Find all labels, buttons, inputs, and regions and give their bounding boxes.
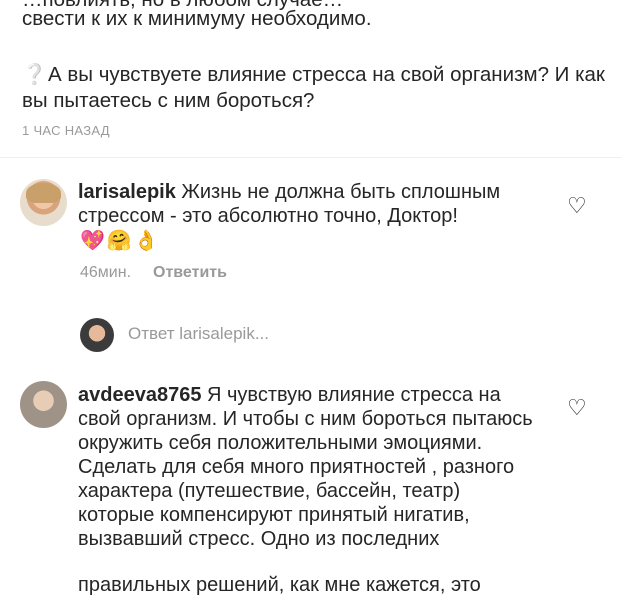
comment-larisalepik: larisalepik Жизнь не должна быть сплошны… xyxy=(78,180,558,228)
heart-icon[interactable]: ♡ xyxy=(567,195,589,217)
avatar-larisalepik[interactable] xyxy=(20,179,67,226)
question-text: А вы чувствуете влияние стресса на свой … xyxy=(22,63,605,112)
comment-time: 46мин. xyxy=(80,264,132,281)
current-user-avatar xyxy=(80,318,114,352)
comment-body: Я чувствую влияние стресса на свой орган… xyxy=(78,384,533,550)
avatar-avdeeva8765[interactable] xyxy=(20,381,67,428)
divider xyxy=(0,157,621,158)
comment-username[interactable]: larisalepik xyxy=(78,181,176,203)
comment-avdeeva8765: avdeeva8765 Я чувствую влияние стресса н… xyxy=(78,383,538,551)
reply-input[interactable]: Ответ larisalepik... xyxy=(128,324,269,344)
question-mark-icon: ❔ xyxy=(22,64,47,86)
comment-cut-line: правильных решений, как мне кажется, это xyxy=(78,574,481,596)
caption-question: ❔А вы чувствуете влияние стресса на свой… xyxy=(22,62,621,113)
comment-emojis: 💖🤗👌 xyxy=(80,230,161,252)
reply-button[interactable]: Ответить xyxy=(153,264,227,281)
comment-meta: 46мин. Ответить xyxy=(80,264,227,282)
caption-line: свести к их к минимуму необходимо. xyxy=(22,7,372,30)
comment-username[interactable]: avdeeva8765 xyxy=(78,384,201,406)
heart-icon[interactable]: ♡ xyxy=(567,397,589,419)
post-timestamp: 1 ЧАС НАЗАД xyxy=(22,123,110,138)
